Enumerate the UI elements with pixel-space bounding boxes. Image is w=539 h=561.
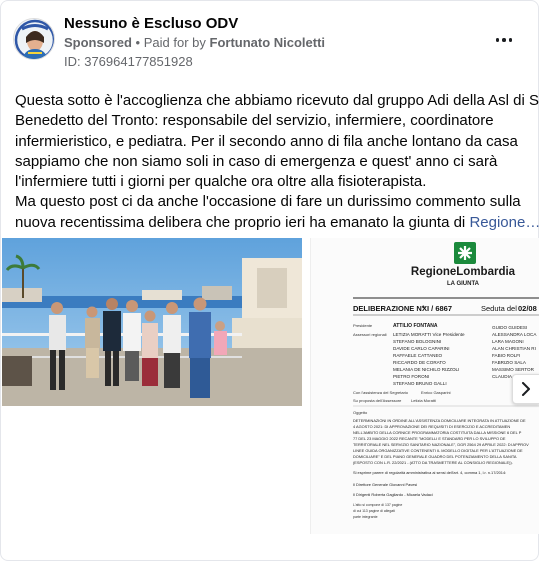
assessore: STEFANO BOLOGNINI — [393, 339, 441, 344]
oggetto-line: NELL'AMBITO DELLA CORNICE PROGRAMMATORIA… — [353, 430, 522, 435]
assessore: GUIDO GUIDESI — [492, 325, 527, 330]
oggetto-line: DOMICILIARE" E DEL PIANO GENERALE GUADRO… — [353, 454, 517, 459]
assessore: CLAUDIA — [492, 374, 513, 379]
assessore: MASSIMO SERTOR — [492, 367, 535, 372]
assessore: MELANIA DE NICHILO RIZZOLI — [393, 367, 459, 372]
post-text-line-last: nuova recentissima delibera che proprio … — [15, 213, 539, 233]
post-text-line: Ma questo post ci da anche l'occasione d… — [15, 193, 521, 211]
more-horizontal-icon-dot — [502, 38, 506, 42]
ad-id: ID: 376964177851928 — [64, 54, 193, 69]
assistenza-name: Enrico Gasparini — [421, 390, 451, 395]
regione-lombardia-logo — [454, 242, 476, 264]
assessori-label: Assessori regionali — [353, 332, 387, 337]
more-options-button[interactable] — [492, 30, 516, 50]
document-content: RegioneLombardia LA GIUNTA DELIBERAZIONE… — [353, 242, 539, 519]
assessore: FABIO ROLFI — [492, 353, 520, 358]
direttore-line: Il Direttore Generale Giovanni Pavesi — [353, 482, 417, 487]
oggetto-line: 77 DEL 23 MAGGIO 2022 RECANTE "MODELLI E… — [353, 436, 506, 441]
oggetto-line: LINEE GUIDA ORGANIZZATIVE CONTENENTI IL … — [353, 448, 523, 453]
assessore: DAVIDE CARLO CAPARINI — [393, 346, 450, 351]
sponsored-post-card: Nessuno è Escluso ODV Sponsored • Paid f… — [0, 0, 539, 561]
oggetto-line: (ESPOSTO CON L.R. 22/2021 - (ATTO DA TRA… — [353, 460, 513, 465]
group-photo-image — [2, 238, 302, 406]
post-text-line: nuova recentissima delibera che proprio … — [15, 213, 466, 231]
proposta-name: Letizia Moratti — [411, 398, 436, 403]
avatar-image — [14, 19, 54, 59]
group-photo[interactable] — [2, 238, 302, 406]
assessore: ALESSANDRA LOCA — [492, 332, 537, 337]
footer-line: L'atto si compone di 137 pagine — [353, 503, 402, 507]
card-bottom-area — [1, 534, 539, 561]
assessore: STEFANO BRUNO GALLI — [393, 381, 447, 386]
oggetto-line: TERRITORIALE NEL SERVIZIO SANITARIO NAZI… — [353, 442, 529, 447]
more-horizontal-icon-dot — [508, 38, 513, 42]
assistenza-label: Con l'assistenza del Segretario — [353, 390, 409, 395]
post-body: Questa sotto è l'accoglienza che abbiamo… — [15, 91, 539, 233]
region-name: RegioneLombardia — [411, 266, 516, 278]
presidente-name: ATTILIO FONTANA — [393, 323, 438, 329]
post-text-line: l'infermiere tutti i giorni per qualche … — [15, 173, 427, 191]
oggetto-label: Oggetto — [353, 410, 368, 415]
payer-name[interactable]: Fortunato Nicoletti — [210, 35, 326, 50]
assessore: ALAN CHRISTIAN RI — [492, 346, 536, 351]
see-more-link[interactable]: Regione… — [469, 214, 539, 231]
dirigenti-line: Il Dirigenti Roberta Gagliardo - Micaela… — [353, 492, 433, 497]
assessori-left: LETIZIA MORATTI Vice Presidente STEFANO … — [393, 332, 465, 386]
footer-line: parte integrante — [353, 515, 378, 519]
assessore: PIETRO FORONI — [393, 374, 429, 379]
assessore: LARA MAGONI — [492, 339, 524, 344]
oggetto-line: DETERMINAZIONI IN ORDINE ALL'ASSISTENZA … — [353, 418, 526, 423]
post-text-line: sappiamo che non siamo soli in caso di e… — [15, 152, 498, 170]
oggetto-line: 4 AGOSTO 2021: DI APPROVAZIONE DEI REQUI… — [353, 424, 510, 429]
seduta-label: Seduta del — [481, 304, 517, 313]
post-text-line: Benedetto del Tronto: responsabile del s… — [15, 112, 494, 130]
proposta-label: Su proposta dell'Assessore — [353, 398, 402, 403]
post-text-line: Questa sotto è l'accoglienza che abbiamo… — [15, 92, 539, 109]
page-name[interactable]: Nessuno è Escluso ODV — [64, 15, 238, 32]
carousel-next-button[interactable] — [512, 374, 539, 404]
assessori-right: GUIDO GUIDESI ALESSANDRA LOCA LARA MAGON… — [492, 325, 537, 379]
giunta-label: LA GIUNTA — [447, 281, 480, 287]
paid-for-by-label: Paid for by — [143, 35, 206, 50]
more-horizontal-icon — [495, 38, 500, 42]
assessore: RICCARDO DE CORATO — [393, 360, 446, 365]
assessore: LETIZIA MORATTI Vice Presidente — [393, 332, 465, 337]
post-text-line: infermieristico, e pediatra. Per il seco… — [15, 132, 518, 150]
separator: • — [135, 35, 141, 50]
document-footer: L'atto si compone di 137 pagine di cui 1… — [353, 503, 402, 519]
deliberation-document-image[interactable]: RegioneLombardia LA GIUNTA DELIBERAZIONE… — [310, 238, 539, 534]
sponsored-label[interactable]: Sponsored — [64, 35, 132, 50]
footer-line: di cui 113 pagine di allegati — [353, 509, 395, 513]
presidente-label: Presidente — [353, 323, 373, 328]
assessore: FABRIZIO SALA — [492, 360, 527, 365]
oggetto-text: DETERMINAZIONI IN ORDINE ALL'ASSISTENZA … — [353, 418, 529, 465]
parere-line: Si esprime parere di regolarità amminist… — [353, 470, 506, 475]
seduta-date: 02/08 — [518, 304, 537, 313]
sponsored-line: Sponsored • Paid for by Fortunato Nicole… — [64, 35, 325, 50]
chevron-right-icon — [522, 382, 530, 396]
assessore: RAFFAELE CATTANEO — [393, 353, 443, 358]
page-avatar[interactable] — [13, 18, 55, 60]
deliberazione-number: XI / 6867 — [422, 304, 452, 313]
deliberazione-label: DELIBERAZIONE N° — [353, 304, 425, 313]
